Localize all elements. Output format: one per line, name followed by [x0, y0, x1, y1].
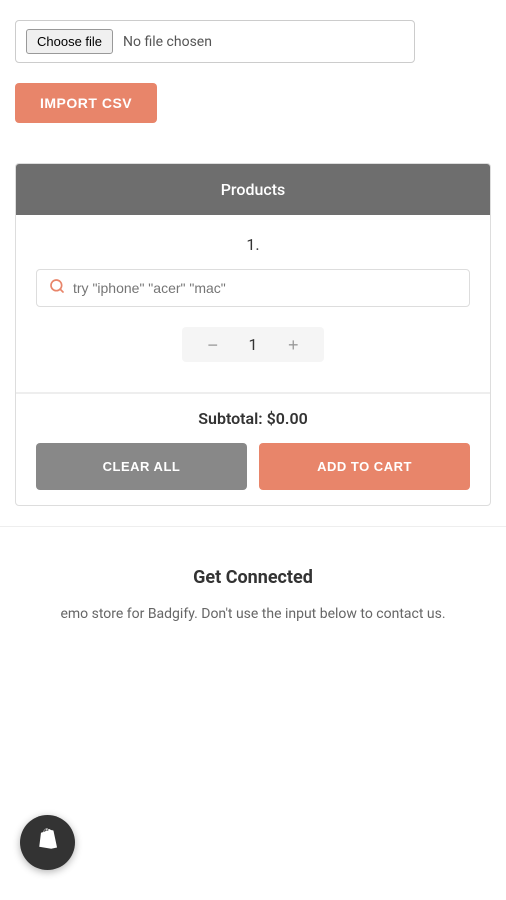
search-icon	[49, 278, 65, 298]
shopify-badge[interactable]	[20, 815, 75, 870]
product-item: 1. − 1 +	[16, 215, 490, 393]
get-connected-section: Get Connected emo store for Badgify. Don…	[0, 526, 506, 645]
products-section: Products 1. − 1 + Subtotal: $0.00	[15, 163, 491, 506]
get-connected-title: Get Connected	[20, 567, 486, 588]
search-wrapper[interactable]	[36, 269, 470, 307]
product-number: 1.	[36, 235, 470, 254]
choose-file-button[interactable]: Choose file	[26, 29, 113, 54]
quantity-section: − 1 +	[36, 327, 470, 362]
quantity-decrease-button[interactable]: −	[202, 336, 223, 354]
shopify-icon	[34, 826, 62, 860]
file-input-wrapper: Choose file No file chosen	[15, 20, 415, 63]
action-buttons: CLEAR ALL ADD TO CART	[36, 443, 470, 490]
add-to-cart-button[interactable]: ADD TO CART	[259, 443, 470, 490]
subtotal-section: Subtotal: $0.00 CLEAR ALL ADD TO CART	[16, 393, 490, 505]
clear-all-button[interactable]: CLEAR ALL	[36, 443, 247, 490]
subtotal-text: Subtotal: $0.00	[36, 409, 470, 428]
file-input-section: Choose file No file chosen	[0, 0, 506, 73]
import-csv-button[interactable]: IMPORT CSV	[15, 83, 157, 123]
quantity-increase-button[interactable]: +	[283, 336, 304, 354]
products-title: Products	[221, 180, 286, 199]
search-input[interactable]	[73, 280, 457, 296]
get-connected-description: emo store for Badgify. Don't use the inp…	[20, 603, 486, 625]
import-section: IMPORT CSV	[0, 73, 506, 143]
quantity-value: 1	[243, 335, 263, 354]
quantity-wrapper: − 1 +	[182, 327, 323, 362]
no-file-text: No file chosen	[123, 34, 212, 50]
products-header: Products	[16, 164, 490, 215]
